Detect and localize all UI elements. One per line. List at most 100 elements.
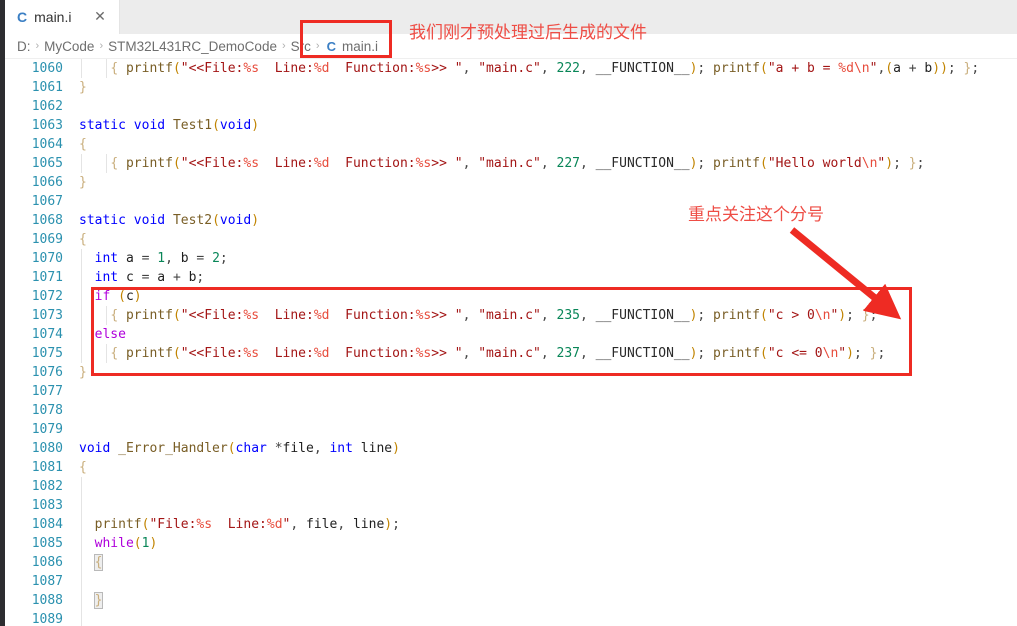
code-line[interactable]: 1087 <box>5 572 1017 591</box>
c-file-icon: C <box>326 38 336 54</box>
code-line[interactable]: 1066} <box>5 173 1017 192</box>
tab-label: main.i <box>34 9 72 25</box>
indent-guide <box>106 59 107 78</box>
indent-guide <box>81 59 82 78</box>
indent-guide <box>81 154 82 173</box>
indent-guide <box>81 477 82 496</box>
line-number: 1086 <box>31 555 63 570</box>
code-line[interactable]: 1086 { <box>5 553 1017 572</box>
code-text: { printf("<<File:%s Line:%d Function:%s>… <box>110 308 878 323</box>
code-line[interactable]: 1075 { printf("<<File:%s Line:%d Functio… <box>5 344 1017 363</box>
code-text: } <box>63 591 104 610</box>
line-number: 1067 <box>31 194 63 209</box>
code-text: void _Error_Handler(char *file, int line… <box>79 441 400 456</box>
code-text: int c = a + b; <box>94 270 205 285</box>
close-icon[interactable]: ✕ <box>93 9 107 23</box>
code-line[interactable]: 1074 else <box>5 325 1017 344</box>
breadcrumb-file-label: main.i <box>341 38 378 54</box>
indent-guide <box>81 496 82 515</box>
indent-guide <box>81 591 82 610</box>
indent-guide <box>81 610 82 626</box>
code-text: } <box>79 365 87 380</box>
line-number: 1071 <box>31 270 63 285</box>
bracket-match: { <box>93 554 104 571</box>
line-number: 1068 <box>31 213 63 228</box>
code-text: { printf("<<File:%s Line:%d Function:%s>… <box>110 61 980 76</box>
code-line[interactable]: 1072 if (c) <box>5 287 1017 306</box>
code-line[interactable]: 1067 <box>5 192 1017 211</box>
code-text: { <box>79 460 87 475</box>
code-line[interactable]: 1088 } <box>5 591 1017 610</box>
code-line[interactable]: 1078 <box>5 401 1017 420</box>
indent-guide <box>81 325 82 344</box>
code-line[interactable]: 1073 { printf("<<File:%s Line:%d Functio… <box>5 306 1017 325</box>
code-line[interactable]: 1070 int a = 1, b = 2; <box>5 249 1017 268</box>
line-number: 1073 <box>31 308 63 323</box>
code-line[interactable]: 1068 static void Test2(void) <box>5 211 1017 230</box>
line-number: 1061 <box>31 80 63 95</box>
breadcrumb-separator-icon: › <box>315 40 320 52</box>
code-text: { printf("<<File:%s Line:%d Function:%s>… <box>110 346 886 361</box>
line-number: 1088 <box>31 593 63 608</box>
code-text: int a = 1, b = 2; <box>94 251 228 266</box>
indent-guide <box>106 154 107 173</box>
line-number: 1066 <box>31 175 63 190</box>
line-number: 1087 <box>31 574 63 589</box>
code-line[interactable]: 1089 <box>5 610 1017 626</box>
indent-guide <box>81 572 82 591</box>
code-text: { <box>63 553 104 572</box>
line-number: 1060 <box>31 61 63 76</box>
code-text: } <box>79 80 87 95</box>
code-line[interactable]: 1081 { <box>5 458 1017 477</box>
code-text: printf("File:%s Line:%d", file, line); <box>94 517 400 532</box>
indent-guide <box>81 249 82 268</box>
code-line[interactable]: 1064 { <box>5 135 1017 154</box>
breadcrumb-segment-project[interactable]: STM32L431RC_DemoCode <box>108 39 277 54</box>
line-number: 1081 <box>31 460 63 475</box>
indent-guide <box>81 306 82 325</box>
code-line[interactable]: 1071 int c = a + b; <box>5 268 1017 287</box>
line-number: 1078 <box>31 403 63 418</box>
code-text: { printf("<<File:%s Line:%d Function:%s>… <box>110 156 925 171</box>
breadcrumb-separator-icon: › <box>99 40 104 52</box>
code-line[interactable]: 1060 { printf("<<File:%s Line:%d Functio… <box>5 59 1017 78</box>
code-editor[interactable]: 1060 { printf("<<File:%s Line:%d Functio… <box>5 59 1017 626</box>
line-number: 1062 <box>31 99 63 114</box>
breadcrumb-file[interactable]: C main.i <box>327 39 378 54</box>
breadcrumb-separator-icon: › <box>35 40 40 52</box>
indent-guide <box>106 344 107 363</box>
line-number: 1074 <box>31 327 63 342</box>
code-text: { <box>79 232 87 247</box>
code-line[interactable]: 1080 void _Error_Handler(char *file, int … <box>5 439 1017 458</box>
code-line[interactable]: 1083 <box>5 496 1017 515</box>
annotation-semicolon-note: 重点关注这个分号 <box>688 205 824 225</box>
code-line[interactable]: 1065 { printf("<<File:%s Line:%d Functio… <box>5 154 1017 173</box>
code-line[interactable]: 1062 <box>5 97 1017 116</box>
code-text: { <box>79 137 87 152</box>
breadcrumb-segment-drive[interactable]: D: <box>17 39 31 54</box>
breadcrumb-segment-src[interactable]: Src <box>291 39 311 54</box>
code-line[interactable]: 1063 static void Test1(void) <box>5 116 1017 135</box>
line-number: 1077 <box>31 384 63 399</box>
line-number: 1063 <box>31 118 63 133</box>
code-line[interactable]: 1069 { <box>5 230 1017 249</box>
line-number: 1076 <box>31 365 63 380</box>
breadcrumb-segment-mycode[interactable]: MyCode <box>44 39 94 54</box>
code-line[interactable]: 1085 while(1) <box>5 534 1017 553</box>
indent-guide <box>81 287 82 306</box>
code-line[interactable]: 1084 printf("File:%s Line:%d", file, lin… <box>5 515 1017 534</box>
code-line[interactable]: 1077 <box>5 382 1017 401</box>
code-line[interactable]: 1076} <box>5 363 1017 382</box>
line-number: 1079 <box>31 422 63 437</box>
code-line[interactable]: 1061} <box>5 78 1017 97</box>
code-line[interactable]: 1082 <box>5 477 1017 496</box>
line-number: 1080 <box>31 441 63 456</box>
line-number: 1085 <box>31 536 63 551</box>
tab-main-i[interactable]: C main.i ✕ <box>5 0 120 34</box>
code-text: else <box>94 327 126 342</box>
indent-guide <box>106 306 107 325</box>
line-number: 1089 <box>31 612 63 626</box>
code-line[interactable]: 1079 <box>5 420 1017 439</box>
c-file-icon: C <box>17 9 28 25</box>
bracket-match: } <box>93 592 104 609</box>
